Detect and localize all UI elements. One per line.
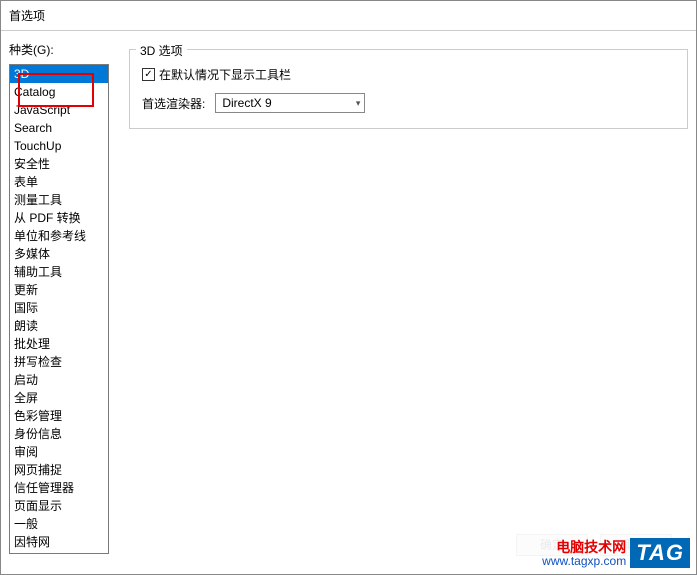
renderer-label: 首选渲染器:	[142, 95, 205, 112]
list-item[interactable]: 页面显示	[10, 497, 108, 515]
list-item[interactable]: JavaScript	[10, 101, 108, 119]
chevron-down-icon: ▾	[356, 98, 361, 109]
list-item[interactable]: 信任管理器	[10, 479, 108, 497]
list-item[interactable]: 多媒体	[10, 245, 108, 263]
combobox-value: DirectX 9	[222, 96, 271, 110]
dialog-body: 种类(G): 3DCatalogJavaScriptSearchTouchUp安…	[1, 31, 696, 574]
list-item[interactable]: 辅助工具	[10, 263, 108, 281]
list-item[interactable]: 启动	[10, 371, 108, 389]
category-column: 种类(G): 3DCatalogJavaScriptSearchTouchUp安…	[9, 41, 109, 574]
list-item[interactable]: 3D	[10, 65, 108, 83]
list-item[interactable]: 全屏	[10, 389, 108, 407]
list-item[interactable]: 身份信息	[10, 425, 108, 443]
watermark-url: www.tagxp.com	[542, 554, 626, 568]
list-item[interactable]: TouchUp	[10, 137, 108, 155]
show-toolbar-checkbox[interactable]: 在默认情况下显示工具栏	[142, 66, 675, 83]
list-item[interactable]: 朗读	[10, 317, 108, 335]
list-item[interactable]: 安全性	[10, 155, 108, 173]
watermark-tag: TAG	[630, 538, 690, 568]
group-title: 3D 选项	[136, 42, 187, 59]
window-title: 首选项	[1, 1, 696, 31]
checkbox-icon	[142, 68, 155, 81]
list-item[interactable]: 审阅	[10, 443, 108, 461]
renderer-row: 首选渲染器: DirectX 9 ▾	[142, 93, 675, 113]
options-group: 3D 选项 在默认情况下显示工具栏 首选渲染器: DirectX 9 ▾	[129, 49, 688, 129]
list-item[interactable]: Catalog	[10, 83, 108, 101]
list-item[interactable]: Search	[10, 119, 108, 137]
list-item[interactable]: 更新	[10, 281, 108, 299]
list-item[interactable]: 一般	[10, 515, 108, 533]
list-item[interactable]: 批处理	[10, 335, 108, 353]
list-item[interactable]: 表单	[10, 173, 108, 191]
list-item[interactable]: 单位和参考线	[10, 227, 108, 245]
list-item[interactable]: 从 PDF 转换	[10, 209, 108, 227]
list-item[interactable]: 拼写检查	[10, 353, 108, 371]
list-item[interactable]: 色彩管理	[10, 407, 108, 425]
list-item[interactable]: 网页捕捉	[10, 461, 108, 479]
list-item[interactable]: 测量工具	[10, 191, 108, 209]
list-item[interactable]: 国际	[10, 299, 108, 317]
checkbox-label: 在默认情况下显示工具栏	[159, 66, 291, 83]
category-listbox[interactable]: 3DCatalogJavaScriptSearchTouchUp安全性表单测量工…	[9, 64, 109, 554]
watermark-title: 电脑技术网	[542, 540, 626, 554]
category-label: 种类(G):	[9, 41, 109, 58]
renderer-combobox[interactable]: DirectX 9 ▾	[215, 93, 365, 113]
list-item[interactable]: 因特网	[10, 533, 108, 551]
list-item[interactable]: 注释	[10, 551, 108, 554]
watermark: 电脑技术网 www.tagxp.com TAG	[542, 538, 690, 568]
settings-panel: 3D 选项 在默认情况下显示工具栏 首选渲染器: DirectX 9 ▾	[109, 41, 688, 574]
